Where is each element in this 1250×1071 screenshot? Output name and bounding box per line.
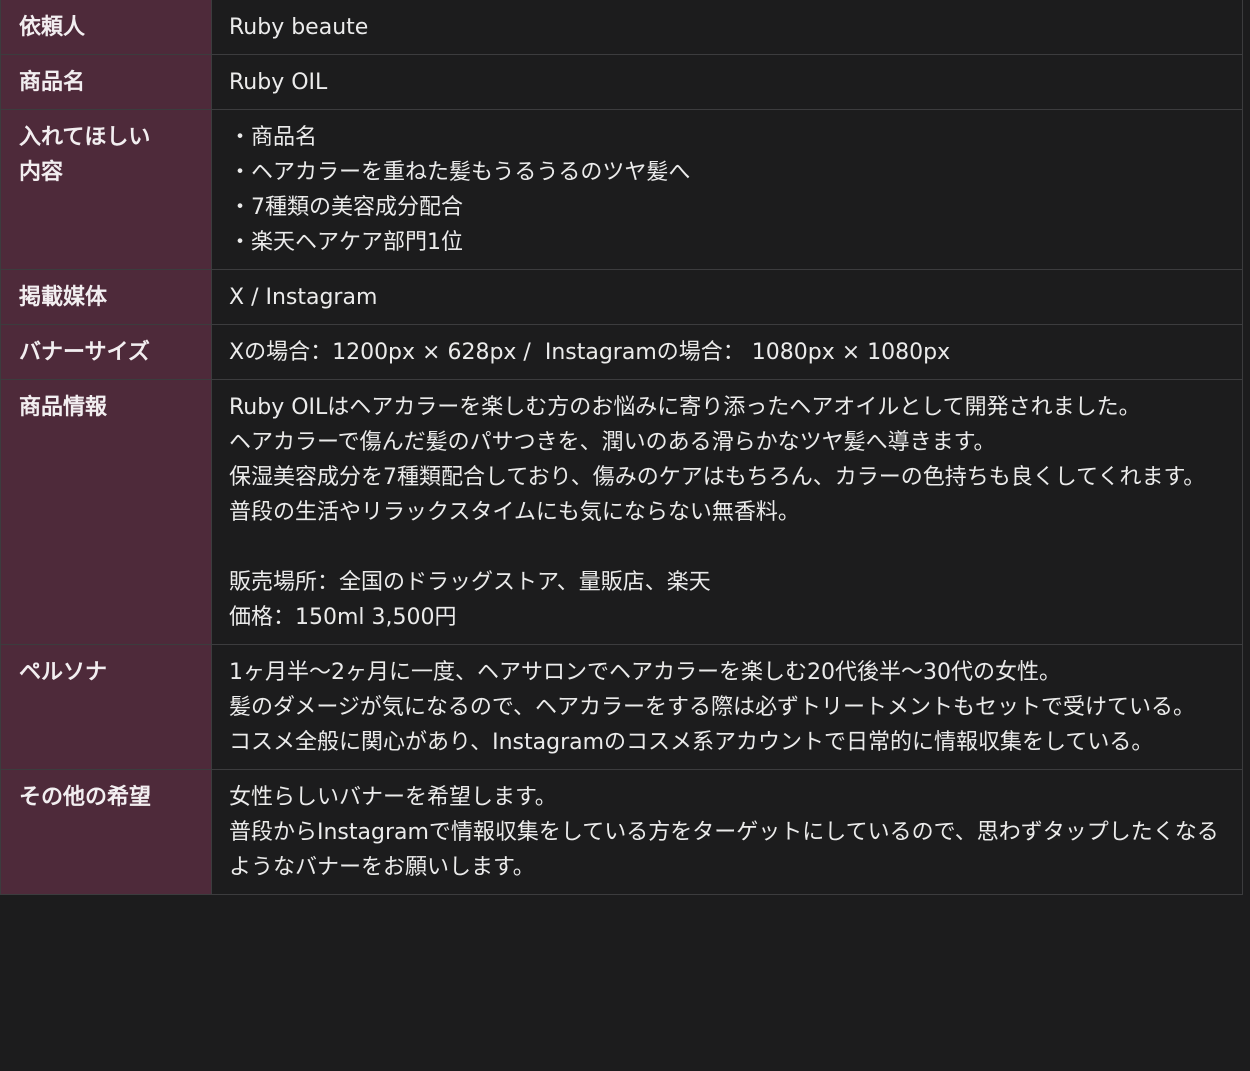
row-label: 商品名	[0, 54, 212, 110]
row-persona: ペルソナ 1ヶ月半〜2ヶ月に一度、ヘアサロンでヘアカラーを楽しむ20代後半〜30…	[0, 644, 1243, 770]
row-value: 女性らしいバナーを希望します。 普段からInstagramで情報収集をしている方…	[211, 769, 1243, 895]
row-media: 掲載媒体 X / Instagram	[0, 269, 1243, 325]
row-label: 依頼人	[0, 0, 212, 55]
brief-table: 依頼人 Ruby beaute 商品名 Ruby OIL 入れてほしい 内容 ・…	[0, 0, 1243, 895]
row-label: 入れてほしい 内容	[0, 109, 212, 270]
row-client: 依頼人 Ruby beaute	[0, 0, 1243, 55]
row-required-content: 入れてほしい 内容 ・商品名 ・ヘアカラーを重ねた髪もうるうるのツヤ髪へ ・7種…	[0, 109, 1243, 270]
row-label: 商品情報	[0, 379, 212, 645]
row-value: Ruby beaute	[211, 0, 1243, 55]
row-other-requests: その他の希望 女性らしいバナーを希望します。 普段からInstagramで情報収…	[0, 769, 1243, 895]
row-label: バナーサイズ	[0, 324, 212, 380]
row-value: X / Instagram	[211, 269, 1243, 325]
row-value: Xの場合：1200px × 628px / Instagramの場合： 1080…	[211, 324, 1243, 380]
row-product-info: 商品情報 Ruby OILはヘアカラーを楽しむ方のお悩みに寄り添ったヘアオイルと…	[0, 379, 1243, 645]
row-value: Ruby OIL	[211, 54, 1243, 110]
row-label: 掲載媒体	[0, 269, 212, 325]
row-value: Ruby OILはヘアカラーを楽しむ方のお悩みに寄り添ったヘアオイルとして開発さ…	[211, 379, 1243, 645]
row-label: その他の希望	[0, 769, 212, 895]
row-value: 1ヶ月半〜2ヶ月に一度、ヘアサロンでヘアカラーを楽しむ20代後半〜30代の女性。…	[211, 644, 1243, 770]
row-product-name: 商品名 Ruby OIL	[0, 54, 1243, 110]
row-value: ・商品名 ・ヘアカラーを重ねた髪もうるうるのツヤ髪へ ・7種類の美容成分配合 ・…	[211, 109, 1243, 270]
row-banner-size: バナーサイズ Xの場合：1200px × 628px / Instagramの場…	[0, 324, 1243, 380]
row-label: ペルソナ	[0, 644, 212, 770]
